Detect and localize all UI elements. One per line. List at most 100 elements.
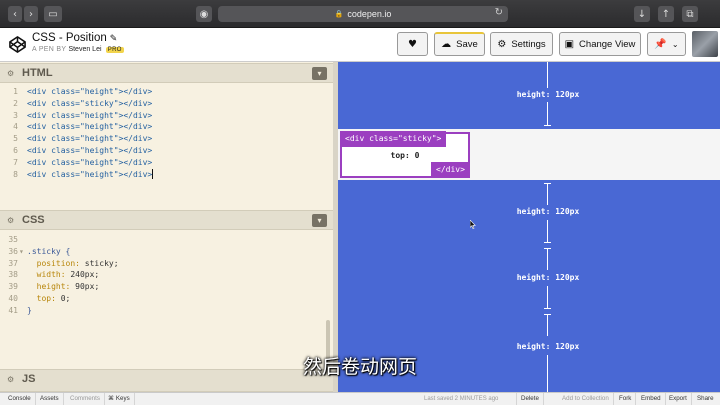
fold-icon[interactable]: ▾	[19, 246, 27, 258]
code-token: sticky;	[79, 258, 119, 268]
settings-label: Settings	[511, 38, 546, 50]
comments-button[interactable]: Comments	[66, 393, 105, 405]
measure-line	[547, 248, 548, 270]
heart-button[interactable]: ♥	[397, 32, 428, 56]
pin-button[interactable]: 📌 ⌄	[647, 32, 686, 56]
code-line: 36 ▾ .sticky {	[0, 246, 333, 258]
chevron-down-icon: ⌄	[671, 39, 679, 49]
code-text: <div class="height"></div>	[27, 169, 153, 179]
fork-button[interactable]: Fork	[615, 393, 637, 405]
line-number: 4	[13, 122, 18, 132]
settings-button[interactable]: ⚙ Settings	[490, 32, 553, 56]
code-token: 240px;	[65, 270, 100, 280]
pen-title[interactable]: CSS - Position ✎	[32, 32, 117, 44]
save-button[interactable]: ☁ Save	[434, 32, 485, 56]
code-line: 6 <div class="height"></div>	[0, 145, 333, 157]
avatar[interactable]	[692, 31, 718, 57]
measure-line	[547, 314, 548, 336]
line-number: 41	[8, 305, 18, 315]
pen-byline: A PEN BY Steven Lei PRO	[32, 46, 124, 53]
line-number: 6	[13, 145, 18, 155]
css-panel-header[interactable]: ⚙ CSS ▾	[0, 210, 333, 230]
height-label: height: 120px	[516, 273, 580, 282]
chevron-down-icon[interactable]: ▾	[312, 67, 327, 80]
measure-cap	[544, 308, 551, 309]
last-saved-text: Last saved 2 MINUTES ago	[424, 396, 499, 402]
embed-button[interactable]: Embed	[637, 393, 666, 405]
code-token: height:	[27, 282, 71, 292]
css-editor[interactable]: 35 36 ▾ .sticky {37 position: sticky; 38 wid…	[0, 234, 333, 317]
browser-toolbar: ‹ › ▭ ◉ 🔒 codepen.io ↻ ↓ ↑ ⧉	[0, 0, 720, 28]
code-line: 5 <div class="height"></div>	[0, 133, 333, 145]
code-line: 2 <div class="sticky"></div>	[0, 98, 333, 110]
measure-cap	[544, 242, 551, 243]
line-number: 40	[8, 293, 18, 303]
shield-icon[interactable]: ◉	[196, 6, 212, 22]
assets-button[interactable]: Assets	[36, 393, 64, 405]
share-icon[interactable]: ↑	[658, 6, 674, 22]
code-token: .sticky {	[27, 246, 71, 256]
height-label: height: 120px	[516, 90, 580, 99]
layout-icon: ▣	[564, 38, 575, 50]
line-number: 2	[13, 98, 18, 108]
code-line: 35	[0, 234, 333, 246]
pin-icon: 📌	[654, 38, 667, 50]
line-number: 39	[8, 282, 18, 292]
author-link[interactable]: Steven Lei	[68, 46, 101, 53]
pen-title-text: CSS - Position	[32, 32, 107, 44]
code-line: 40 top: 0;	[0, 293, 333, 305]
html-panel-header[interactable]: ⚙ HTML ▾	[0, 63, 333, 83]
code-token: position:	[27, 258, 80, 268]
codepen-logo-icon[interactable]	[8, 35, 27, 54]
measure-line	[547, 220, 548, 242]
share-button[interactable]: Share	[693, 393, 718, 405]
code-text: <div class="height"></div>	[27, 145, 153, 155]
sidebar-icon[interactable]: ▭	[44, 6, 62, 22]
url-field[interactable]: 🔒 codepen.io ↻	[218, 6, 508, 22]
line-number: 3	[13, 110, 18, 120]
pencil-icon[interactable]: ✎	[110, 33, 118, 43]
css-panel-title: CSS	[22, 214, 45, 226]
drag-handle-icon[interactable]: ⚙	[7, 70, 15, 78]
download-icon[interactable]: ↓	[634, 6, 650, 22]
delete-button[interactable]: Delete	[516, 393, 544, 405]
video-subtitle: 然后卷动网页	[302, 356, 417, 378]
code-line: 7 <div class="height"></div>	[0, 157, 333, 169]
console-button[interactable]: Console	[4, 393, 36, 405]
measure-line	[547, 62, 548, 88]
drag-handle-icon[interactable]: ⚙	[7, 217, 15, 225]
back-icon[interactable]: ‹	[8, 6, 22, 22]
code-text: <div class="height"></div>	[27, 87, 153, 96]
add-to-collection-button[interactable]: Add to Collection	[558, 393, 614, 405]
tabs-icon[interactable]: ⧉	[682, 6, 698, 22]
line-number: 35	[8, 235, 18, 244]
measure-line	[547, 183, 548, 205]
export-button[interactable]: Export	[665, 393, 692, 405]
pro-badge: PRO	[105, 47, 124, 53]
codepen-footer: Console Assets Comments ⌘ Keys Last save…	[0, 392, 720, 405]
codepen-header: CSS - Position ✎ A PEN BY Steven Lei PRO …	[0, 28, 720, 62]
save-label: Save	[456, 39, 478, 50]
forward-icon[interactable]: ›	[24, 6, 38, 22]
code-line: 1 <div class="height"></div>	[0, 86, 333, 98]
heart-icon: ♥	[408, 38, 417, 50]
code-line: 4 <div class="height"></div>	[0, 121, 333, 133]
code-text: <div class="height"></div>	[27, 157, 153, 167]
code-token: top:	[27, 293, 56, 303]
lock-icon: 🔒	[334, 11, 344, 18]
code-token: }	[27, 305, 32, 315]
line-number: 1	[13, 87, 18, 96]
change-view-label: Change View	[579, 38, 636, 50]
preview-pane[interactable]: height: 120px <div class="sticky"> top: …	[338, 62, 720, 392]
height-label: height: 120px	[516, 207, 580, 216]
change-view-button[interactable]: ▣ Change View	[559, 32, 641, 56]
keys-button[interactable]: ⌘ Keys	[104, 393, 135, 405]
measure-cap	[544, 125, 551, 126]
line-number: 7	[13, 157, 18, 167]
text-cursor	[152, 168, 154, 179]
code-token: 0;	[55, 293, 71, 303]
reload-icon[interactable]: ↻	[495, 7, 503, 18]
height-label: height: 120px	[516, 342, 580, 351]
chevron-down-icon[interactable]: ▾	[312, 214, 327, 227]
html-editor[interactable]: 1 <div class="height"></div> 2 <div class="…	[0, 86, 333, 180]
